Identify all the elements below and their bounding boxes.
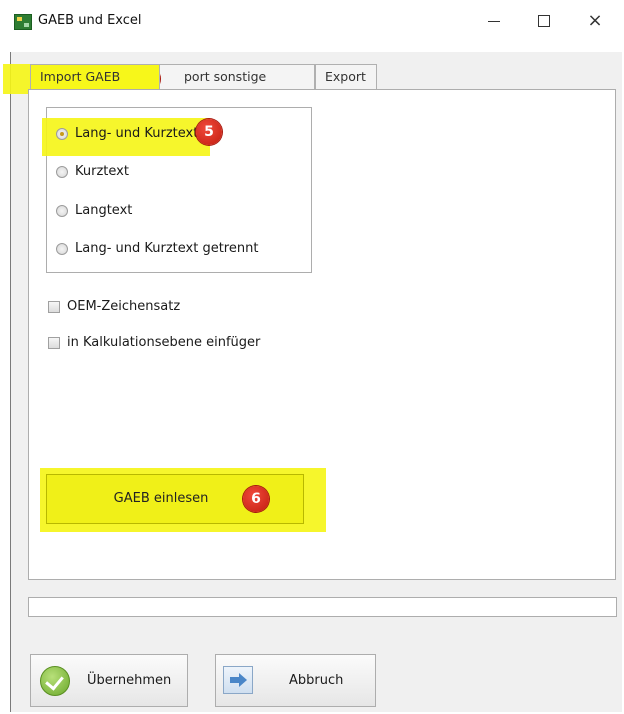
tab-export[interactable]: Export xyxy=(315,64,377,89)
minimize-button[interactable] xyxy=(476,4,516,38)
radio-label: Kurztext xyxy=(75,164,129,179)
radio-button-icon xyxy=(56,243,68,255)
checkbox-label: OEM-Zeichensatz xyxy=(67,299,181,314)
checkmark-icon xyxy=(40,666,70,696)
window-title: GAEB und Excel xyxy=(38,13,142,28)
close-button[interactable]: × xyxy=(575,4,615,38)
checkbox-icon xyxy=(48,337,60,349)
progress-bar xyxy=(28,597,617,617)
radio-button-icon xyxy=(56,128,68,140)
app-icon xyxy=(14,14,32,30)
button-label: GAEB einlesen xyxy=(113,491,209,506)
step-badge-option: 5 xyxy=(196,119,222,145)
close-icon: × xyxy=(587,10,603,31)
checkbox-icon xyxy=(48,301,60,313)
arrow-right-icon xyxy=(223,666,253,694)
radio-label: Lang- und Kurztext getrennt xyxy=(75,241,259,256)
ubernehmen-button[interactable]: Übernehmen xyxy=(30,654,188,707)
abbruch-button[interactable]: Abbruch xyxy=(215,654,376,707)
maximize-button[interactable] xyxy=(525,4,565,38)
radio-button-icon xyxy=(56,205,68,217)
step-badge-button: 6 xyxy=(243,486,269,512)
button-label: Übernehmen xyxy=(87,673,172,688)
checkbox-label: in Kalkulationsebene einfüger xyxy=(67,335,261,350)
button-label: Abbruch xyxy=(289,673,344,688)
tab-import-sonstige-formate[interactable]: port sonstige Formate xyxy=(155,64,315,108)
tab-import-gaeb[interactable]: Import GAEB xyxy=(30,64,160,89)
radio-label: Langtext xyxy=(75,203,133,218)
radio-button-icon xyxy=(56,166,68,178)
radio-label: Lang- und Kurztext xyxy=(75,126,199,141)
